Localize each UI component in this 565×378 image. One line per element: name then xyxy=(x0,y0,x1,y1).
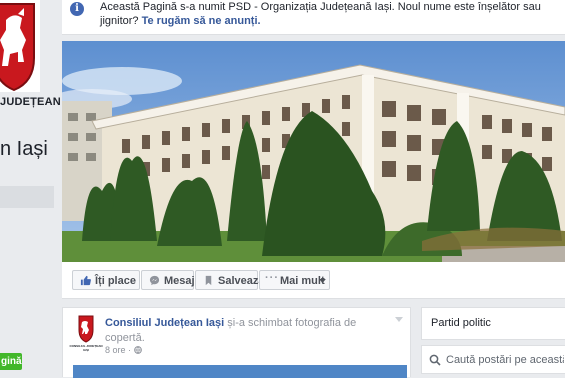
page-search-input[interactable] xyxy=(446,352,564,368)
cover-photo-image xyxy=(62,41,565,262)
message-icon xyxy=(149,275,160,286)
like-icon xyxy=(80,275,91,286)
like-page-button[interactable]: Îți place xyxy=(72,270,140,290)
page-badge-label: gină xyxy=(1,356,22,367)
name-change-notice: i Această Pagină s-a numit PSD - Organiz… xyxy=(62,0,565,35)
page-search-box xyxy=(421,345,565,374)
post-image[interactable] xyxy=(73,365,407,378)
cover-photo[interactable] xyxy=(62,41,565,262)
page-category-card: Partid politic xyxy=(421,307,565,340)
like-label: Îți place xyxy=(95,275,136,287)
post-timestamp[interactable]: 8 ore xyxy=(105,345,126,355)
save-label: Salvează xyxy=(218,275,265,287)
more-dots-icon: ··· xyxy=(265,272,279,284)
post-options-chevron-icon[interactable] xyxy=(395,317,403,323)
post-header: Consiliul Județean Iași și-a schimbat fo… xyxy=(105,316,375,346)
coat-of-arms-icon xyxy=(0,3,35,92)
page-action-bar: Îți place Mesaj Salvează ··· Mai mult xyxy=(62,262,565,299)
message-button[interactable]: Mesaj xyxy=(141,270,195,290)
info-icon: i xyxy=(70,2,84,16)
brand-text: JUDEȚEAN xyxy=(0,96,61,108)
page-badge[interactable]: gină xyxy=(0,353,22,370)
page-category[interactable]: Partid politic xyxy=(431,317,491,329)
coat-of-arms-icon xyxy=(69,314,103,344)
post-author-avatar[interactable]: CONSILIUL JUDEȚEAN IAȘI xyxy=(69,314,103,354)
search-icon xyxy=(429,354,441,366)
notice-report-link[interactable]: Te rugăm să ne anunți. xyxy=(142,15,261,27)
notice-message: Această Pagină s-a numit PSD - Organizaț… xyxy=(100,0,565,28)
left-nav-button[interactable] xyxy=(0,186,54,208)
left-profile-column: JUDEȚEAN n Iași gină xyxy=(0,0,61,377)
chevron-down-icon xyxy=(319,279,326,284)
post-author-link[interactable]: Consiliul Județean Iași xyxy=(105,317,224,329)
bookmark-icon xyxy=(205,275,212,286)
post-meta: 8 ore · xyxy=(105,345,142,355)
more-button[interactable]: ··· Mai mult xyxy=(259,270,330,290)
page-name[interactable]: n Iași xyxy=(0,138,48,161)
message-label: Mesaj xyxy=(164,275,195,287)
save-button[interactable]: Salvează xyxy=(195,270,264,290)
profile-logo[interactable] xyxy=(0,0,40,92)
globe-icon xyxy=(133,346,142,354)
more-label: Mai mult xyxy=(280,275,325,287)
avatar-caption: CONSILIUL JUDEȚEAN IAȘI xyxy=(69,344,103,352)
post-card: CONSILIUL JUDEȚEAN IAȘI Consiliul Județe… xyxy=(62,307,411,378)
